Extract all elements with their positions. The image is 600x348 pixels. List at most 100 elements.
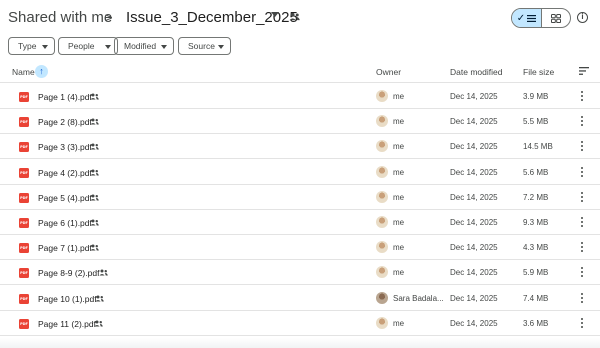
file-size: 7.4 MB [523, 293, 549, 303]
source-filter-chip[interactable]: Source [178, 37, 231, 55]
grid-icon [550, 13, 561, 23]
file-name[interactable]: Page 11 (2).pdf [38, 319, 96, 329]
file-name[interactable]: Page 10 (1).pdf [38, 294, 97, 304]
avatar [376, 90, 388, 102]
arrow-up-icon[interactable]: ↑ [35, 65, 48, 78]
chip-label: Source [188, 41, 215, 51]
people-icon [90, 93, 99, 100]
pdf-icon: PDF [19, 218, 29, 228]
more-vert-icon[interactable] [580, 141, 583, 152]
owner-name: me [393, 318, 405, 328]
avatar [376, 266, 388, 279]
more-vert-icon[interactable] [580, 166, 583, 178]
date-modified: Dec 14, 2025 [450, 117, 498, 127]
people-icon [289, 12, 300, 21]
file-row[interactable]: PDF Page 10 (1).pdf Sara Badala... Dec 14, … [0, 286, 600, 311]
more-vert-icon[interactable] [580, 317, 583, 329]
people-icon [90, 169, 99, 176]
file-size: 5.6 MB [523, 167, 549, 177]
file-name[interactable]: Page 1 (4).pdf [38, 92, 92, 102]
owner-name: me [393, 167, 405, 177]
type-filter-chip[interactable]: Type [8, 37, 55, 55]
grid-view-button[interactable] [540, 9, 570, 27]
file-row[interactable]: PDF Page 8-9 (2).pdf me Dec 14, 2025 5.9 MB [0, 260, 600, 286]
file-name[interactable]: Page 5 (4).pdf [38, 193, 92, 203]
sort-options-icon[interactable] [579, 67, 589, 75]
date-modified: Dec 14, 2025 [450, 167, 498, 177]
file-row[interactable]: PDF Page 1 (4).pdf me Dec 14, 2025 3.9 MB [0, 84, 600, 109]
info-icon[interactable]: i [577, 12, 588, 23]
chevron-down-icon [218, 45, 224, 49]
pdf-icon: PDF [19, 142, 29, 153]
file-row[interactable]: PDF Page 4 (2).pdf me Dec 14, 2025 5.6 MB [0, 160, 600, 185]
file-name[interactable]: Page 2 (8).pdf [38, 117, 92, 127]
file-size: 5.5 MB [523, 117, 549, 127]
date-modified: Dec 14, 2025 [450, 92, 498, 101]
date-modified: Dec 14, 2025 [450, 268, 498, 278]
file-row[interactable]: PDF Page 3 (3).pdf me Dec 14, 2025 14.5 MB [0, 134, 600, 160]
file-name[interactable]: Page 8-9 (2).pdf [38, 268, 99, 278]
file-size: 7.2 MB [523, 192, 549, 202]
pdf-icon: PDF [19, 192, 29, 203]
people-filter-chip[interactable]: People [58, 37, 118, 55]
modified-filter-chip[interactable]: Modified [114, 37, 174, 55]
owner-name: me [393, 117, 405, 127]
more-vert-icon[interactable] [580, 91, 583, 102]
top-bar: Shared with me > Issue_3_December_2025 ✓… [0, 0, 600, 34]
people-icon [90, 219, 99, 226]
list-view-button[interactable]: ✓ [512, 9, 541, 27]
chevron-down-icon [161, 45, 167, 49]
people-icon [94, 320, 103, 327]
more-vert-icon[interactable] [580, 116, 583, 127]
file-size: 4.3 MB [523, 243, 549, 253]
breadcrumb-root[interactable]: Shared with me [8, 9, 112, 26]
view-toggle: ✓ [511, 8, 571, 28]
more-vert-icon[interactable] [580, 191, 583, 203]
file-row[interactable]: PDF Page 5 (4).pdf me Dec 14, 2025 7.2 MB [0, 185, 600, 210]
file-row[interactable]: PDF Page 7 (1).pdf me Dec 14, 2025 4.3 MB [0, 235, 600, 261]
chevron-down-icon [42, 45, 48, 49]
avatar [376, 316, 388, 329]
date-modified: Dec 14, 2025 [450, 218, 498, 227]
date-modified: Dec 14, 2025 [450, 318, 498, 328]
pdf-icon: PDF [19, 117, 29, 128]
chip-label: People [68, 41, 95, 51]
file-size: 14.5 MB [523, 142, 553, 152]
date-modified-column-header[interactable]: Date modified [450, 67, 502, 77]
pdf-icon: PDF [19, 318, 29, 329]
more-vert-icon[interactable] [580, 267, 583, 278]
file-name[interactable]: Page 7 (1).pdf [38, 243, 92, 253]
file-row[interactable]: PDF Page 11 (2).pdf me Dec 14, 2025 3.6 MB [0, 311, 600, 336]
owner-name: Sara Badala... [393, 293, 444, 303]
avatar [376, 241, 388, 254]
file-name[interactable]: Page 6 (1).pdf [38, 218, 92, 228]
file-row[interactable]: PDF Page 6 (1).pdf me Dec 14, 2025 9.3 MB [0, 210, 600, 235]
file-size: 3.9 MB [523, 92, 549, 101]
file-size-column-header[interactable]: File size [523, 67, 554, 77]
avatar [376, 115, 388, 128]
people-icon [90, 143, 99, 150]
file-name[interactable]: Page 3 (3).pdf [38, 142, 92, 152]
owner-name: me [393, 218, 405, 227]
date-modified: Dec 14, 2025 [450, 243, 498, 253]
owner-name: me [393, 243, 405, 253]
chevron-down-icon[interactable] [271, 12, 279, 17]
more-vert-icon[interactable] [580, 217, 583, 228]
more-vert-icon[interactable] [580, 292, 583, 304]
name-column-header[interactable]: Name [12, 67, 35, 77]
file-row[interactable]: PDF Page 2 (8).pdf me Dec 14, 2025 5.5 MB [0, 109, 600, 135]
avatar [376, 216, 388, 228]
avatar [376, 140, 388, 153]
owner-name: me [393, 192, 405, 202]
avatar [376, 190, 388, 203]
people-icon [99, 269, 108, 276]
file-size: 3.6 MB [523, 318, 549, 328]
owner-column-header: Owner [376, 67, 402, 77]
more-vert-icon[interactable] [580, 242, 583, 253]
pdf-icon: PDF [19, 167, 29, 178]
date-modified: Dec 14, 2025 [450, 192, 498, 202]
check-icon: ✓ [516, 12, 526, 24]
chip-label: Modified [124, 41, 157, 51]
file-name[interactable]: Page 4 (2).pdf [38, 168, 92, 178]
date-modified: Dec 14, 2025 [450, 142, 498, 152]
